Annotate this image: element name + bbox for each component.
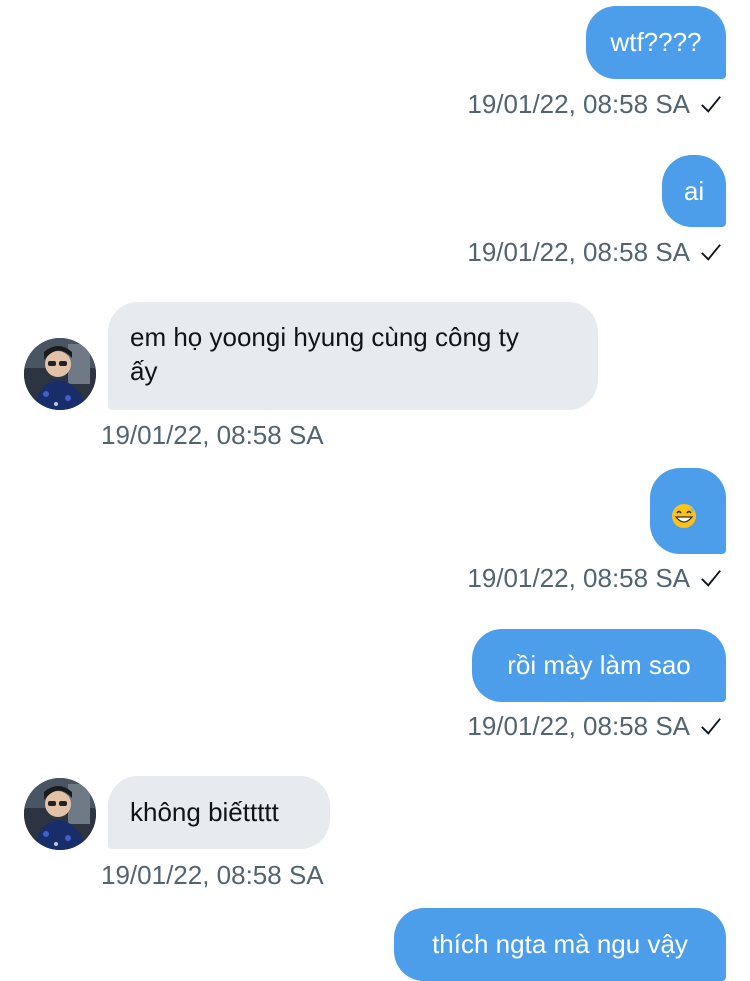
- message-text: wtf????: [610, 27, 702, 57]
- outgoing-message-bubble[interactable]: ai: [662, 155, 726, 227]
- user-avatar[interactable]: [24, 778, 96, 850]
- outgoing-message-bubble[interactable]: rồi mày làm sao: [472, 629, 726, 702]
- message-meta: 19/01/22, 08:58 SA: [467, 711, 722, 741]
- grinning-face-with-sweat-emoji: [672, 504, 696, 528]
- check-icon: [701, 718, 721, 735]
- message-timestamp: 19/01/22, 08:58 SA: [101, 860, 324, 890]
- message-meta: 19/01/22, 08:58 SA: [467, 89, 722, 119]
- user-avatar[interactable]: [24, 338, 96, 410]
- message-meta: 19/01/22, 08:58 SA: [467, 237, 722, 267]
- avatar-image: [24, 338, 96, 410]
- message-timestamp: 19/01/22, 08:58 SA: [467, 711, 690, 741]
- message-text: rồi mày làm sao: [507, 650, 691, 680]
- check-icon: [701, 96, 721, 113]
- message-meta: 19/01/22, 08:58 SA: [467, 563, 722, 593]
- message-text: ai: [683, 176, 705, 206]
- check-icon: [701, 244, 721, 261]
- message-meta: 19/01/22, 08:58 SA: [101, 420, 324, 450]
- incoming-message-bubble[interactable]: em họ yoongi hyung cùng công ty ấy: [108, 302, 598, 410]
- message-text: thích ngta mà ngu vậy: [432, 929, 688, 959]
- message-meta: 19/01/22, 08:58 SA: [101, 860, 324, 890]
- message-text-line: em họ yoongi hyung cùng công ty: [130, 322, 519, 352]
- message-text: không biếttttt: [130, 797, 279, 827]
- check-icon: [701, 570, 721, 587]
- message-text-line: ấy: [130, 356, 158, 386]
- outgoing-message-bubble[interactable]: thích ngta mà ngu vậy: [394, 908, 726, 981]
- outgoing-message-bubble[interactable]: wtf????: [586, 6, 726, 79]
- avatar-image: [24, 778, 96, 850]
- message-timestamp: 19/01/22, 08:58 SA: [101, 420, 324, 450]
- message-timestamp: 19/01/22, 08:58 SA: [467, 237, 690, 267]
- message-timestamp: 19/01/22, 08:58 SA: [467, 563, 690, 593]
- message-timestamp: 19/01/22, 08:58 SA: [467, 89, 690, 119]
- incoming-message-bubble[interactable]: không biếttttt: [108, 776, 330, 849]
